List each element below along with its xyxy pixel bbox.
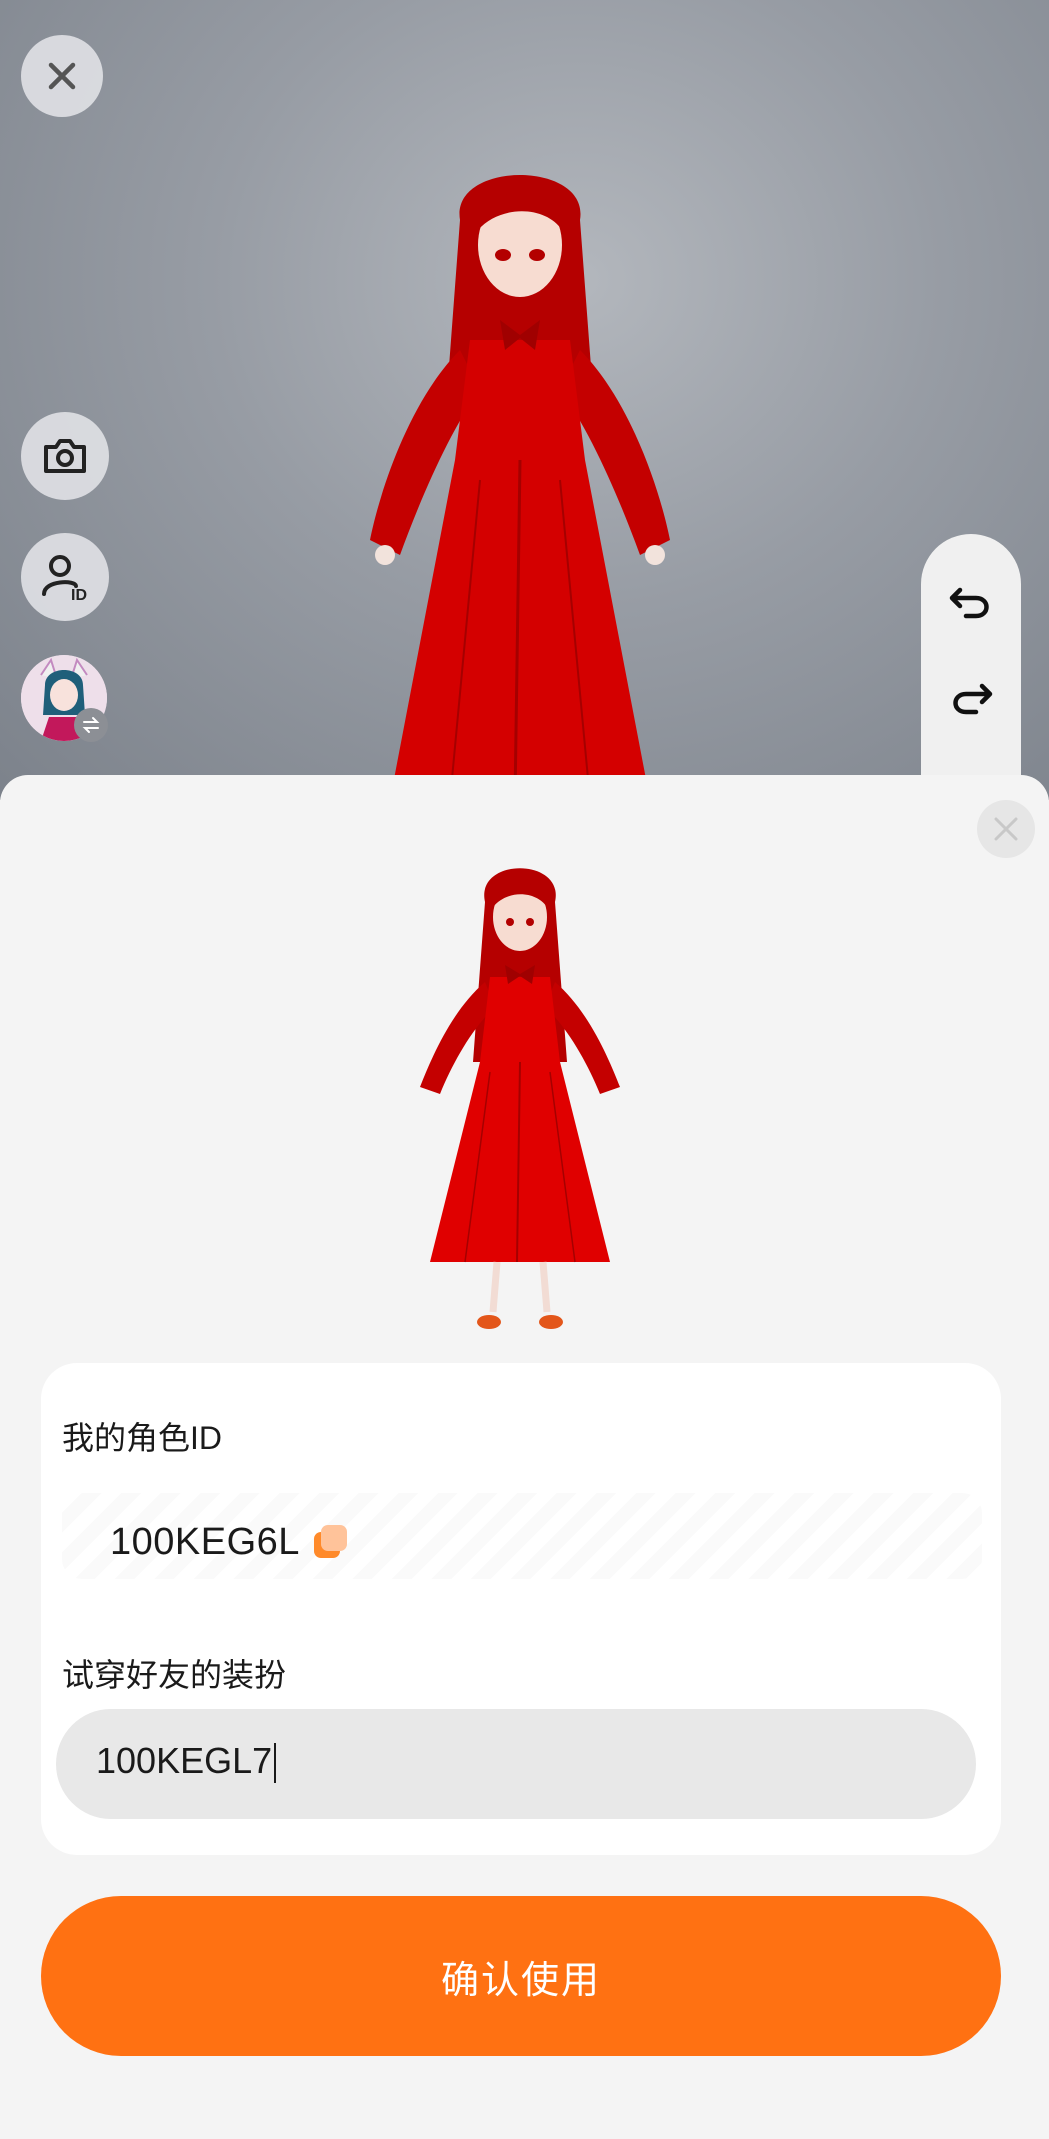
friend-outfit-label: 试穿好友的装扮 bbox=[62, 1657, 287, 1693]
switch-icon bbox=[74, 708, 108, 742]
close-button[interactable] bbox=[21, 35, 103, 117]
id-badge-text: ID bbox=[71, 587, 87, 604]
redo-icon[interactable] bbox=[946, 672, 996, 722]
avatar-viewport[interactable]: ID bbox=[0, 0, 1049, 834]
avatar-character bbox=[370, 175, 670, 800]
confirm-button[interactable]: 确认使用 bbox=[41, 1896, 1001, 2056]
close-icon bbox=[48, 62, 76, 90]
my-id-label: 我的角色ID bbox=[62, 1420, 223, 1456]
friend-id-input-text: 100KEGL7 bbox=[96, 1740, 277, 1784]
copy-icon[interactable] bbox=[312, 1523, 350, 1561]
text-caret bbox=[274, 1743, 277, 1784]
close-icon bbox=[994, 817, 1018, 841]
sheet-close-button[interactable] bbox=[977, 800, 1035, 858]
my-id-value: 100KEG6L bbox=[110, 1521, 300, 1563]
avatar-id-button[interactable]: ID bbox=[21, 533, 109, 621]
avatar-preview bbox=[420, 868, 620, 1329]
undo-icon[interactable] bbox=[946, 576, 996, 626]
avatar-id-icon: ID bbox=[42, 555, 87, 604]
my-id-row: 100KEG6L bbox=[62, 1493, 982, 1579]
friend-id-input[interactable]: 100KEGL7 bbox=[56, 1709, 976, 1819]
camera-button[interactable] bbox=[21, 412, 109, 500]
camera-icon bbox=[44, 439, 86, 473]
friend-id-value: 100KEGL7 bbox=[96, 1740, 273, 1781]
id-card: 我的角色ID 100KEG6L 试穿好友的装扮 100KEGL7 bbox=[41, 1363, 1001, 1855]
